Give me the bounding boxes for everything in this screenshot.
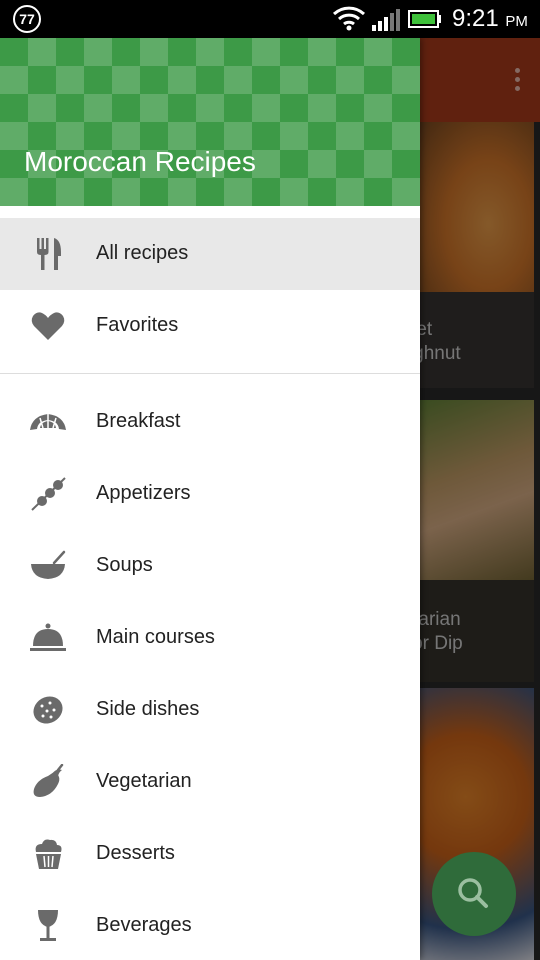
drawer-scrim[interactable]	[420, 38, 540, 960]
potato-icon	[33, 696, 63, 724]
skewer-icon	[31, 477, 66, 511]
clock: 9:21 PM	[452, 5, 528, 33]
nav-item-label: All recipes	[96, 242, 189, 264]
nav-item-beverages[interactable]: Beverages	[0, 890, 420, 960]
wifi-icon	[332, 6, 366, 31]
nav-item-label: Main courses	[96, 626, 215, 648]
nav-item-label: Vegetarian	[96, 770, 192, 792]
nav-item-soups[interactable]: Soups	[0, 530, 420, 602]
battery-icon	[408, 10, 441, 28]
search-button[interactable]	[432, 852, 516, 936]
nav-item-label: Favorites	[96, 314, 179, 336]
soup-bowl-icon	[31, 550, 66, 579]
heart-icon	[31, 312, 65, 340]
clock-ampm: PM	[505, 13, 528, 30]
glass-icon	[38, 910, 58, 941]
status-bar: 77 9:21 PM	[0, 0, 540, 38]
drawer-divider	[0, 373, 420, 374]
nav-item-main-courses[interactable]: Main courses	[0, 602, 420, 674]
nav-item-side-dishes[interactable]: Side dishes	[0, 674, 420, 746]
nav-item-vegetarian[interactable]: Vegetarian	[0, 746, 420, 818]
clock-time: 9:21	[452, 5, 499, 32]
search-icon	[458, 878, 488, 908]
drawer-header: Moroccan Recipes	[0, 38, 420, 206]
nav-item-desserts[interactable]: Desserts	[0, 818, 420, 890]
cupcake-icon	[35, 839, 62, 869]
nav-item-all-recipes[interactable]: All recipes	[0, 218, 420, 290]
nav-item-label: Beverages	[96, 914, 192, 936]
drawer-title: Moroccan Recipes	[24, 146, 256, 177]
croissant-icon	[30, 414, 66, 430]
nav-item-label: Breakfast	[96, 410, 181, 432]
signal-icon	[372, 9, 400, 31]
notification-badge: 77	[13, 5, 41, 33]
eggplant-icon	[33, 764, 64, 797]
nav-item-breakfast[interactable]: Breakfast	[0, 386, 420, 458]
nav-item-favorites[interactable]: Favorites	[0, 290, 420, 362]
nav-item-label: Side dishes	[96, 698, 200, 720]
cloche-icon	[30, 623, 66, 651]
screen: 77 9:21 PM weet oughnut	[0, 0, 540, 960]
nav-item-label: Soups	[96, 554, 153, 576]
nav-item-label: Desserts	[96, 842, 175, 864]
fork-knife-icon	[37, 238, 61, 270]
navigation-drawer: Moroccan Recipes All recipes Favorites B…	[0, 38, 420, 960]
nav-item-appetizers[interactable]: Appetizers	[0, 458, 420, 530]
nav-item-label: Appetizers	[96, 482, 191, 504]
